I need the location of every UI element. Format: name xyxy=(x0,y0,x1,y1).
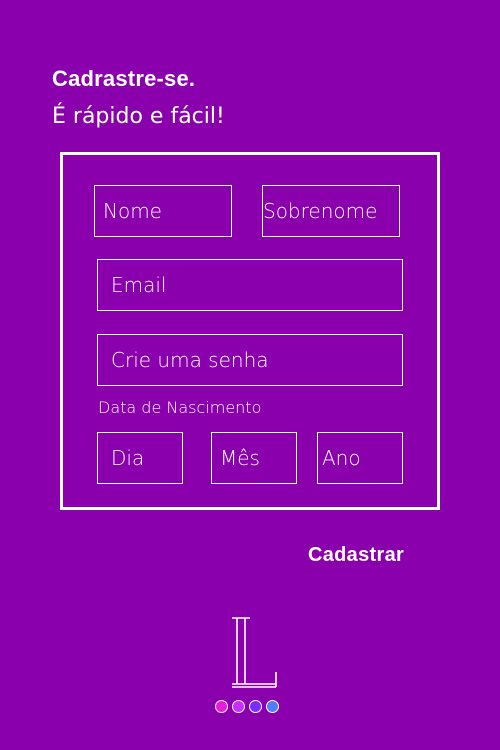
birthdate-label: Data de Nascimento xyxy=(98,398,262,417)
birth-day-input[interactable] xyxy=(97,432,183,484)
password-input[interactable] xyxy=(97,334,403,386)
book-l-logo-icon xyxy=(226,612,282,692)
page-subtitle: É rápido e fácil! xyxy=(52,104,225,129)
last-name-input[interactable] xyxy=(262,185,400,237)
submit-button[interactable]: Cadastrar xyxy=(300,540,412,571)
pagination-dots xyxy=(215,700,279,713)
birth-year-input[interactable] xyxy=(317,432,403,484)
pagination-dot-1[interactable] xyxy=(215,700,228,713)
birth-month-input[interactable] xyxy=(211,432,297,484)
pagination-dot-2[interactable] xyxy=(232,700,245,713)
first-name-input[interactable] xyxy=(94,185,232,237)
page-title: Cadrastre-se. xyxy=(52,66,196,91)
pagination-dot-4[interactable] xyxy=(266,700,279,713)
pagination-dot-3[interactable] xyxy=(249,700,262,713)
email-input[interactable] xyxy=(97,259,403,311)
